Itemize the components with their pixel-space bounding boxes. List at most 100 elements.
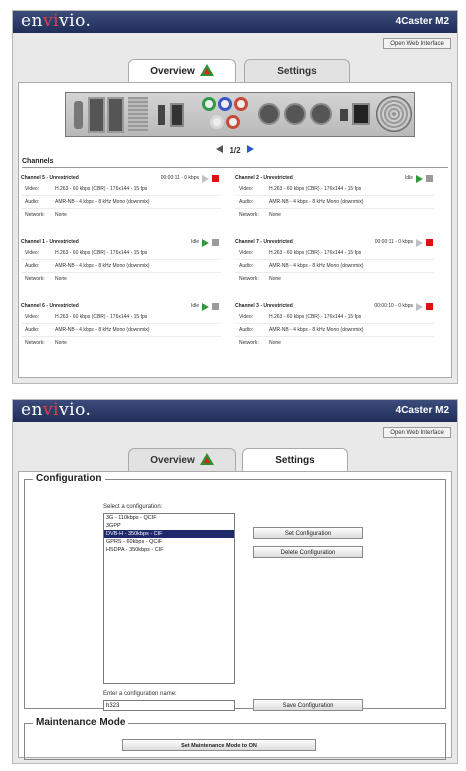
play-icon[interactable] — [416, 239, 423, 247]
open-web-interface-button[interactable]: Open Web Interface — [383, 38, 451, 49]
channel-video-label: Video: — [25, 250, 40, 256]
channel-card: Channel 7 - Unrestricted 00:00:11 - 0 kbp… — [235, 237, 435, 293]
play-icon[interactable] — [202, 303, 209, 311]
previous-page-icon[interactable] — [216, 145, 224, 153]
tab-settings[interactable]: Settings — [244, 59, 350, 83]
channel-status: 00:00:11 - 0 kbps — [160, 175, 199, 181]
play-icon[interactable] — [416, 175, 423, 183]
configuration-listbox[interactable]: 3G - 110kbps - QCIF 3GPP DVB-H - 350kbps -… — [103, 513, 235, 684]
channel-video-row: Video: H.263 - 60 kbps (CBR) - 176x144 - … — [239, 185, 435, 193]
channel-audio-value: AMR-NB - 4 kbps - 8 kHz Mono (downmix) — [269, 327, 364, 333]
channel-network-row: Network: None — [239, 211, 435, 219]
channel-status: Idle — [190, 303, 199, 309]
row-divider — [235, 336, 435, 337]
channel-audio-label: Audio: — [239, 263, 254, 269]
tab-overview-label: Overview — [150, 455, 195, 466]
set-maintenance-mode-button[interactable]: Set Maintenance Mode to ON — [122, 739, 316, 751]
channel-network-value: None — [269, 340, 281, 346]
channel-audio-row: Audio: AMR-NB - 4 kbps - 8 kHz Mono (down… — [25, 198, 221, 206]
overview-panel: 1/2 Channels Channel 5 - Unrestricted 00:… — [18, 82, 452, 378]
channel-video-label: Video: — [239, 186, 254, 192]
tab-overview[interactable]: Overview — [128, 448, 236, 472]
channel-network-value: None — [269, 276, 281, 282]
configuration-name-input[interactable]: h323 — [103, 700, 235, 711]
configuration-option[interactable]: DVB-H - 350kbps - CIF — [104, 530, 234, 538]
select-configuration-label: Select a configuration: — [103, 504, 163, 510]
row-divider — [235, 323, 435, 324]
channel-video-value: H.263 - 60 kbps (CBR) - 176x144 - 15 fps — [55, 314, 148, 320]
next-page-icon[interactable] — [246, 145, 254, 153]
channel-video-value: H.263 - 60 kbps (CBR) - 176x144 - 15 fps — [269, 314, 362, 320]
row-divider — [235, 208, 435, 209]
configuration-option[interactable]: GPRS - 60kbps - QCIF — [104, 538, 234, 546]
envivio-logo: envivio. — [21, 400, 92, 420]
channel-audio-label: Audio: — [239, 327, 254, 333]
channel-network-label: Network: — [25, 212, 45, 218]
row-divider — [21, 336, 221, 337]
channel-audio-value: AMR-NB - 4 kbps - 8 kHz Mono (downmix) — [55, 327, 150, 333]
xlr-port-icon — [310, 103, 332, 125]
save-configuration-button[interactable]: Save Configuration — [253, 699, 363, 711]
network-port-icon — [88, 97, 105, 133]
channel-network-row: Network: None — [239, 275, 435, 283]
channel-video-row: Video: H.263 - 60 kbps (CBR) - 176x144 - … — [239, 249, 435, 257]
channels-divider — [22, 167, 448, 168]
warning-icon — [199, 64, 214, 76]
channel-network-row: Network: None — [25, 339, 221, 347]
device-rear-panel-image — [65, 92, 415, 137]
configuration-option[interactable]: 3GPP — [104, 522, 234, 530]
channel-audio-label: Audio: — [25, 263, 40, 269]
overview-window: envivio. 4Caster M2 Open Web Interface O… — [12, 10, 458, 384]
channel-video-row: Video: H.263 - 60 kbps (CBR) - 176x144 - … — [239, 313, 435, 321]
channel-network-label: Network: — [239, 340, 259, 346]
channel-video-label: Video: — [25, 314, 40, 320]
stop-icon[interactable] — [212, 303, 219, 310]
configuration-option[interactable]: 3G - 110kbps - QCIF — [104, 514, 234, 522]
video-input-icon — [202, 97, 216, 111]
channel-network-label: Network: — [239, 276, 259, 282]
channel-network-value: None — [55, 276, 67, 282]
row-divider — [21, 272, 221, 273]
channel-card: Channel 5 - Unrestricted 00:00:11 - 0 kbp… — [21, 173, 221, 229]
channel-network-row: Network: None — [25, 211, 221, 219]
usb-port-icon — [158, 105, 165, 125]
audio-input-icon — [210, 115, 224, 129]
configuration-name-label: Enter a configuration name: — [103, 691, 177, 697]
open-web-interface-button[interactable]: Open Web Interface — [383, 427, 451, 438]
stop-icon[interactable] — [426, 303, 433, 310]
row-divider — [235, 195, 435, 196]
tab-settings[interactable]: Settings — [242, 448, 348, 472]
channel-video-value: H.263 - 60 kbps (CBR) - 176x144 - 15 fps — [55, 186, 148, 192]
stop-icon[interactable] — [426, 175, 433, 182]
channel-video-label: Video: — [239, 314, 254, 320]
row-divider — [21, 208, 221, 209]
channel-network-value: None — [55, 340, 67, 346]
set-configuration-button[interactable]: Set Configuration — [253, 527, 363, 539]
stop-icon[interactable] — [426, 239, 433, 246]
delete-configuration-button[interactable]: Delete Configuration — [253, 546, 363, 558]
channel-video-row: Video: H.263 - 60 kbps (CBR) - 176x144 - … — [25, 249, 221, 257]
product-name: 4Caster M2 — [395, 405, 449, 416]
tab-overview[interactable]: Overview — [128, 59, 236, 83]
channel-video-row: Video: H.263 - 60 kbps (CBR) - 176x144 - … — [25, 313, 221, 321]
network-port-icon — [107, 97, 124, 133]
play-icon[interactable] — [416, 303, 423, 311]
title-bar: envivio. 4Caster M2 — [13, 400, 457, 422]
row-divider — [235, 259, 435, 260]
settings-panel: Configuration Select a configuration: 3G… — [18, 471, 452, 760]
channel-video-value: H.263 - 60 kbps (CBR) - 176x144 - 15 fps — [269, 186, 362, 192]
stop-icon[interactable] — [212, 175, 219, 182]
configuration-option[interactable]: HSDPA - 350kbps - CIF — [104, 546, 234, 554]
play-icon[interactable] — [202, 239, 209, 247]
audio-input-icon — [226, 115, 240, 129]
channel-video-row: Video: H.263 - 60 kbps (CBR) - 176x144 - … — [25, 185, 221, 193]
channel-status: 00:00:10 - 0 kbps — [374, 303, 413, 309]
play-icon[interactable] — [202, 175, 209, 183]
stop-icon[interactable] — [212, 239, 219, 246]
channel-audio-value: AMR-NB - 4 kbps - 8 kHz Mono (downmix) — [269, 263, 364, 269]
dvi-port-icon — [170, 103, 184, 127]
channel-card: Channel 2 - Unrestricted Idle Video: H.263 … — [235, 173, 435, 229]
channel-network-label: Network: — [25, 276, 45, 282]
tab-overview-label: Overview — [150, 66, 195, 77]
channel-audio-label: Audio: — [25, 199, 40, 205]
